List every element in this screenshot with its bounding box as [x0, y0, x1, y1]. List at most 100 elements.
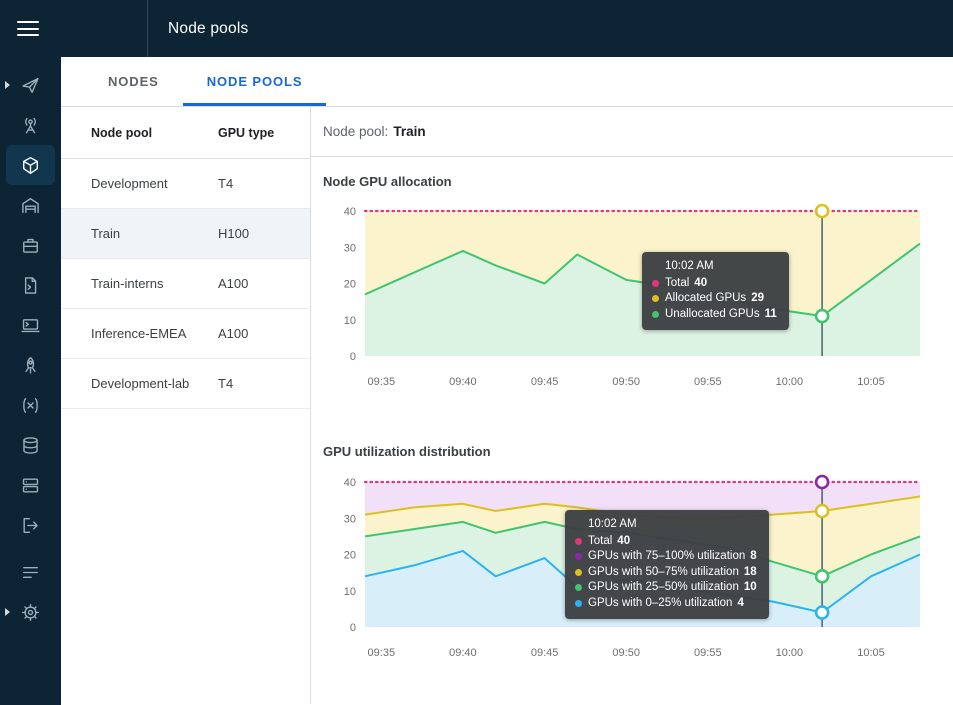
utilization-chart[interactable]: 0 10 20 30 40 09:35 09:40 09:45 09:50 09:55 10:00 1… — [321, 474, 921, 664]
tooltip-value: 18 — [743, 565, 757, 578]
sidebar-item-warehouse[interactable] — [0, 185, 61, 225]
sidebar-item-script[interactable] — [0, 265, 61, 305]
expand-arrow-icon — [5, 608, 10, 616]
x-tick-label: 09:40 — [449, 647, 477, 659]
sidebar-item-settings[interactable] — [0, 592, 61, 632]
tooltip-label: Total — [588, 534, 613, 547]
terminal-icon — [21, 316, 40, 335]
tab-nodes[interactable]: NODES — [84, 57, 183, 106]
sidebar-item-function[interactable] — [0, 385, 61, 425]
sidebar-item-rocket[interactable] — [0, 345, 61, 385]
table-row[interactable]: Development-lab T4 — [61, 359, 310, 409]
sidebar-item-send[interactable] — [0, 65, 61, 105]
marker-gpus-with-75-100-utilization — [814, 474, 830, 490]
x-tick-label: 09:35 — [368, 647, 396, 659]
marker-gpus-with-50-75-utilization — [814, 503, 830, 519]
x-tick-label: 09:50 — [612, 647, 640, 659]
expand-arrow-icon — [5, 81, 10, 89]
sidebar-item-queue[interactable] — [0, 552, 61, 592]
table-header-row: Node pool GPU type — [61, 107, 310, 159]
x-tick-label: 10:00 — [776, 647, 804, 659]
tooltip-label: Total — [665, 276, 690, 289]
table-row[interactable]: Train H100 — [61, 209, 310, 259]
queue-icon — [21, 563, 40, 582]
tooltip-label: GPUs with 25–50% utilization — [588, 581, 739, 593]
satellite-icon — [21, 116, 40, 135]
database-icon — [21, 436, 40, 455]
column-header-gpu-type: GPU type — [218, 125, 275, 140]
pool-name-cell: Development — [91, 176, 168, 191]
column-header-node-pool: Node pool — [91, 125, 153, 140]
chart-title-allocation: Node GPU allocation — [323, 174, 452, 189]
y-tick-label: 10 — [344, 315, 356, 327]
menu-icon[interactable] — [17, 21, 39, 36]
tooltip-label: GPUs with 0–25% utilization — [588, 596, 733, 609]
pool-name-cell: Development-lab — [91, 376, 190, 391]
sidebar-item-cube[interactable] — [6, 145, 55, 185]
sidebar-item-database[interactable] — [0, 425, 61, 465]
x-tick-label: 10:05 — [857, 647, 885, 659]
y-tick-label: 0 — [350, 622, 356, 634]
chart-block-utilization: GPU utilization distribution 0 10 20 30 40 09… — [311, 444, 953, 664]
series-color-dot — [575, 568, 582, 576]
send-icon — [21, 76, 40, 95]
tab-bar: NODES NODE POOLS — [61, 57, 953, 107]
header-divider — [147, 0, 148, 57]
x-tick-label: 09:45 — [531, 647, 559, 659]
tooltip-row: GPUs with 75–100% utilization 8 — [575, 549, 757, 565]
tooltip-label: GPUs with 50–75% utilization — [588, 565, 739, 578]
pool-name-cell: Train — [91, 226, 121, 241]
pool-name-cell: Inference-EMEA — [91, 326, 187, 341]
settings-icon — [21, 603, 40, 622]
sidebar-item-terminal[interactable] — [0, 305, 61, 345]
chart-title-utilization: GPU utilization distribution — [323, 444, 491, 459]
x-tick-label: 10:05 — [857, 376, 885, 388]
series-color-dot — [575, 553, 582, 561]
marker-gpus-with-25-50-utilization — [814, 569, 830, 584]
marker-allocated-gpus — [814, 203, 830, 219]
y-tick-label: 0 — [350, 351, 356, 363]
cube-icon — [21, 156, 40, 175]
detail-value: Train — [393, 124, 426, 139]
table-row[interactable]: Development T4 — [61, 159, 310, 209]
x-tick-label: 09:55 — [694, 647, 722, 659]
tab-node-pools[interactable]: NODE POOLS — [183, 57, 327, 106]
sidebar-item-briefcase[interactable] — [0, 225, 61, 265]
tooltip-time: 10:02 AM — [665, 260, 714, 272]
x-tick-label: 09:55 — [694, 376, 722, 388]
pool-detail-panel: Node pool: Train Node GPU allocation 0 10… — [311, 107, 953, 704]
x-tick-label: 09:40 — [449, 376, 477, 388]
x-tick-label: 09:45 — [531, 376, 559, 388]
series-color-dot — [575, 584, 582, 592]
gpu-type-cell: T4 — [218, 376, 234, 391]
tooltip-label: Unallocated GPUs — [665, 307, 760, 320]
sidebar-item-servers[interactable] — [0, 465, 61, 505]
tooltip-row: Total 40 — [575, 534, 757, 550]
x-tick-label: 09:50 — [612, 376, 640, 388]
sidebar-item-deploy[interactable] — [0, 505, 61, 545]
warehouse-icon — [21, 196, 40, 215]
allocation-chart-svg[interactable]: 0 10 20 30 40 09:35 09:40 09:45 09:50 09:55 10:00 1… — [321, 203, 921, 393]
gpu-type-cell: A100 — [218, 326, 249, 341]
tooltip-label: GPUs with 75–100% utilization — [588, 550, 746, 562]
tooltip-value: 29 — [751, 292, 764, 304]
pool-rows: Development T4 Train H100 Train-interns A100 I… — [61, 159, 310, 409]
table-row[interactable]: Train-interns A100 — [61, 259, 310, 309]
y-tick-label: 40 — [344, 206, 356, 218]
table-row[interactable]: Inference-EMEA A100 — [61, 309, 310, 359]
tooltip-row: GPUs with 50–75% utilization 18 — [575, 565, 757, 581]
allocation-chart[interactable]: 0 10 20 30 40 09:35 09:40 09:45 09:50 09:55 10:00 1… — [321, 203, 921, 393]
deploy-icon — [21, 516, 40, 535]
main-content: NODES NODE POOLS Node pool GPU type Deve… — [61, 57, 953, 705]
gpu-type-cell: A100 — [218, 276, 249, 291]
y-tick-label: 20 — [344, 279, 356, 291]
y-tick-label: 30 — [344, 242, 356, 254]
tooltip-label: Allocated GPUs — [665, 292, 747, 304]
series-color-dot — [575, 599, 582, 607]
tooltip-value: 11 — [764, 307, 777, 320]
marker-gpus-with-0-25-utilization — [814, 605, 830, 620]
page-title: Node pools — [168, 19, 249, 37]
sidebar-item-satellite[interactable] — [0, 105, 61, 145]
gpu-type-cell: H100 — [218, 226, 250, 241]
y-tick-label: 30 — [344, 513, 356, 525]
